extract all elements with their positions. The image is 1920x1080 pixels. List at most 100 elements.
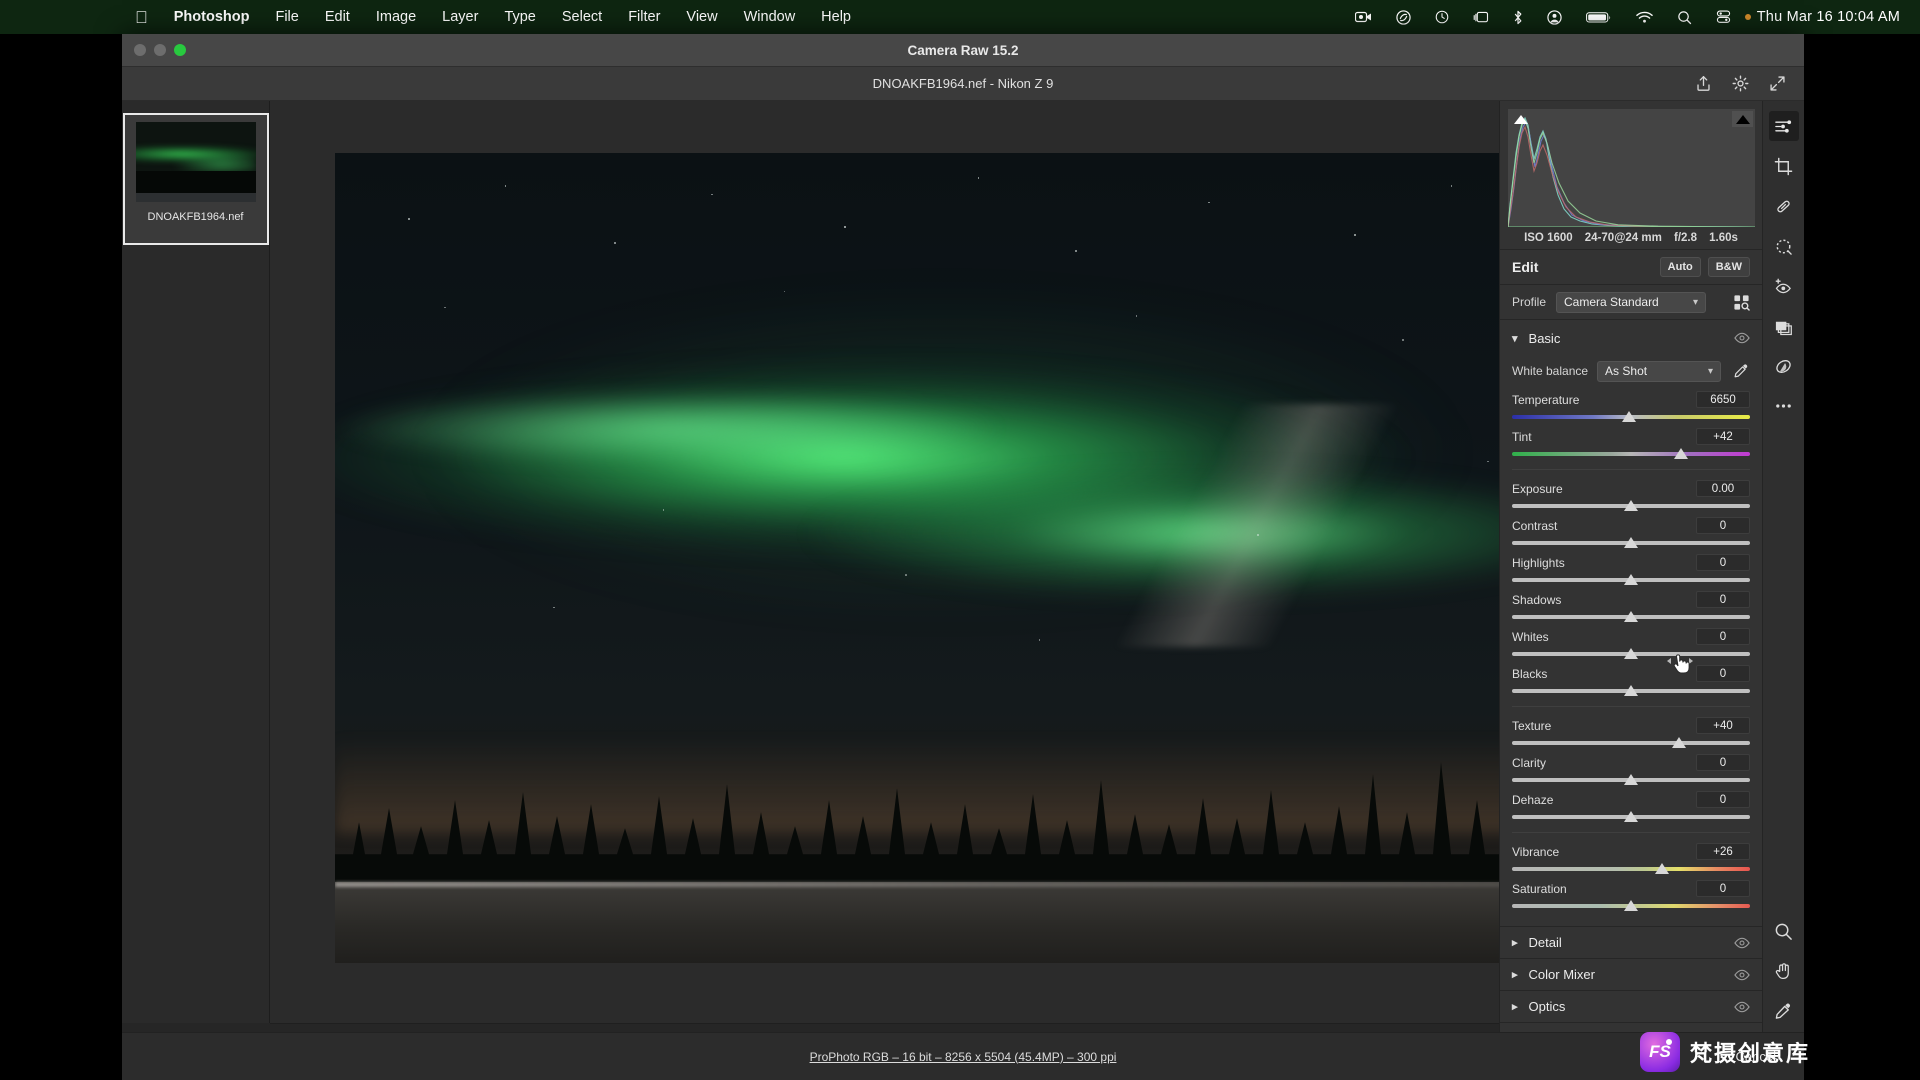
menu-item-image[interactable]: Image — [363, 9, 429, 25]
edit-sliders-tool[interactable] — [1768, 111, 1799, 141]
battery-icon[interactable] — [1574, 11, 1624, 24]
slider-knob[interactable] — [1624, 685, 1638, 696]
user-account-icon[interactable] — [1535, 9, 1574, 25]
section-optics[interactable]: ▸ Optics — [1500, 990, 1762, 1022]
slider-value[interactable]: +40 — [1696, 717, 1750, 734]
crop-tool[interactable] — [1769, 151, 1799, 181]
apple-logo-icon[interactable]:  — [122, 9, 161, 26]
slider-saturation[interactable]: Saturation 0 — [1512, 879, 1750, 914]
slider-tint[interactable]: Tint +42 — [1512, 427, 1750, 462]
slider-track-area[interactable] — [1512, 863, 1750, 877]
slider-track-area[interactable] — [1512, 448, 1750, 462]
slider-track-area[interactable] — [1512, 611, 1750, 625]
eye-visibility-icon[interactable] — [1734, 1001, 1750, 1013]
slider-texture[interactable]: Texture +40 — [1512, 716, 1750, 751]
slider-value[interactable]: 0 — [1696, 880, 1750, 897]
slider-value[interactable]: 0 — [1696, 754, 1750, 771]
slider-knob[interactable] — [1624, 537, 1638, 548]
slider-exposure[interactable]: Exposure 0.00 — [1512, 479, 1750, 514]
slider-value[interactable]: 0 — [1696, 628, 1750, 645]
menu-item-select[interactable]: Select — [549, 9, 615, 25]
shadow-clipping-triangle[interactable] — [1510, 111, 1531, 127]
slider-contrast[interactable]: Contrast 0 — [1512, 516, 1750, 551]
slider-value[interactable]: 0.00 — [1696, 480, 1750, 497]
bluetooth-icon[interactable] — [1501, 10, 1535, 25]
slider-whites[interactable]: Whites 0 — [1512, 627, 1750, 662]
slider-dehaze[interactable]: Dehaze 0 — [1512, 790, 1750, 825]
slider-value[interactable]: 0 — [1696, 591, 1750, 608]
slider-track-area[interactable] — [1512, 574, 1750, 588]
slider-knob[interactable] — [1654, 863, 1669, 874]
slider-knob[interactable] — [1624, 900, 1638, 911]
image-canvas-area[interactable] — [270, 101, 1613, 1023]
auto-button[interactable]: Auto — [1659, 257, 1701, 277]
section-detail[interactable]: ▸ Detail — [1500, 926, 1762, 958]
white-balance-tool[interactable] — [1769, 996, 1799, 1026]
highlight-clipping-triangle[interactable] — [1732, 111, 1753, 127]
zoom-tool[interactable] — [1769, 916, 1799, 946]
menu-item-layer[interactable]: Layer — [429, 9, 491, 25]
image-info-text[interactable]: ProPhoto RGB – 16 bit – 8256 x 5504 (45.… — [122, 1050, 1804, 1064]
slider-track-area[interactable] — [1512, 737, 1750, 751]
slider-value[interactable]: 0 — [1696, 554, 1750, 571]
healing-brush-tool[interactable] — [1769, 191, 1799, 221]
slider-knob[interactable] — [1624, 811, 1638, 822]
slider-value[interactable]: 0 — [1696, 791, 1750, 808]
time-machine-icon[interactable] — [1423, 10, 1461, 24]
menu-item-help[interactable]: Help — [808, 9, 864, 25]
basic-section-header[interactable]: ▾ Basic — [1500, 320, 1762, 356]
more-options-tool[interactable] — [1769, 391, 1799, 421]
slider-track-area[interactable] — [1512, 648, 1750, 662]
control-center-icon[interactable] — [1704, 10, 1743, 24]
slider-track-area[interactable] — [1512, 900, 1750, 914]
menu-item-file[interactable]: File — [262, 9, 311, 25]
spotlight-search-icon[interactable] — [1665, 10, 1704, 25]
slider-knob[interactable] — [1673, 448, 1688, 459]
slider-knob[interactable] — [1624, 500, 1638, 511]
white-balance-eyedropper-icon[interactable] — [1733, 363, 1750, 380]
histogram-widget[interactable] — [1508, 109, 1755, 227]
slider-value[interactable]: +26 — [1696, 843, 1750, 860]
menu-item-edit[interactable]: Edit — [312, 9, 363, 25]
menu-item-type[interactable]: Type — [491, 9, 548, 25]
slider-value[interactable]: 6650 — [1696, 391, 1750, 408]
slider-knob[interactable] — [1621, 411, 1636, 422]
menu-item-window[interactable]: Window — [731, 9, 809, 25]
slider-track-area[interactable] — [1512, 500, 1750, 514]
slider-knob[interactable] — [1671, 737, 1686, 748]
creative-cloud-icon[interactable] — [1384, 9, 1423, 25]
profile-select[interactable]: Camera Standard ▾ — [1556, 291, 1707, 313]
white-balance-select[interactable]: As Shot ▾ — [1597, 360, 1722, 382]
eye-visibility-icon[interactable] — [1734, 969, 1750, 981]
slider-knob[interactable] — [1624, 648, 1638, 659]
slider-blacks[interactable]: Blacks 0 — [1512, 664, 1750, 699]
filmstrip-thumbnail-selected[interactable]: DNOAKFB1964.nef — [122, 113, 269, 245]
menubar-clock[interactable]: Thu Mar 16 10:04 AM — [1751, 9, 1900, 25]
slider-track-area[interactable] — [1512, 411, 1750, 425]
menu-item-filter[interactable]: Filter — [615, 9, 673, 25]
snapshots-tool[interactable] — [1769, 311, 1799, 341]
wifi-icon[interactable] — [1624, 11, 1665, 24]
eye-visibility-icon[interactable] — [1734, 937, 1750, 949]
slider-temperature[interactable]: Temperature 6650 — [1512, 390, 1750, 425]
slider-knob[interactable] — [1624, 611, 1638, 622]
eye-visibility-icon[interactable] — [1734, 332, 1750, 344]
slider-track-area[interactable] — [1512, 537, 1750, 551]
masking-tool[interactable] — [1769, 231, 1799, 261]
slider-shadows[interactable]: Shadows 0 — [1512, 590, 1750, 625]
slider-highlights[interactable]: Highlights 0 — [1512, 553, 1750, 588]
bw-button[interactable]: B&W — [1707, 257, 1750, 277]
slider-track-area[interactable] — [1512, 774, 1750, 788]
section-color-mixer[interactable]: ▸ Color Mixer — [1500, 958, 1762, 990]
slider-value[interactable]: 0 — [1696, 517, 1750, 534]
slider-track-area[interactable] — [1512, 685, 1750, 699]
stage-manager-icon[interactable] — [1461, 11, 1501, 24]
slider-knob[interactable] — [1624, 574, 1638, 585]
slider-vibrance[interactable]: Vibrance +26 — [1512, 842, 1750, 877]
hand-tool[interactable] — [1769, 956, 1799, 986]
screen-record-icon[interactable] — [1343, 11, 1384, 23]
menubar-app-name[interactable]: Photoshop — [161, 9, 263, 25]
red-eye-tool[interactable] — [1769, 271, 1799, 301]
profile-browser-grid-icon[interactable] — [1733, 294, 1750, 311]
menu-item-view[interactable]: View — [673, 9, 730, 25]
